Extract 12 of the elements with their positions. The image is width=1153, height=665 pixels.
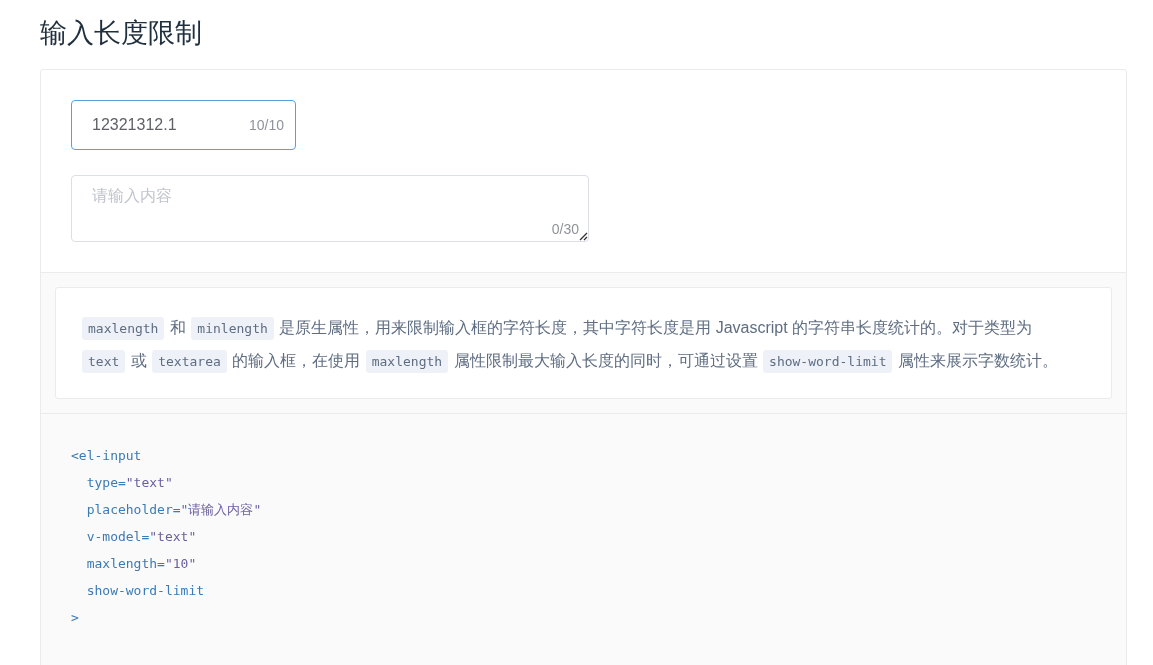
character-counter: 0/30 xyxy=(551,220,579,239)
code-line: v-model="text" xyxy=(85,528,197,546)
code-line: type="text" xyxy=(85,474,173,492)
code-line: show-word-limit xyxy=(85,582,205,600)
description-text: maxlength 和 minlength 是原生属性，用来限制输入框的字符长度，其中字符长度是用 Javascript 的字符串长度统计的。对于类型为 text 或 textarea 的输入框，在使用 maxlength 属性限制最大输入长度的同时，可通过设置 show-word-limit 属性来展示字数统计。 xyxy=(81,312,1081,378)
code-line: placeholder="请输入内容" xyxy=(85,501,262,519)
resize-handle-icon[interactable] xyxy=(579,232,588,241)
code-line: > xyxy=(71,609,79,627)
code-line: <el-input xyxy=(71,447,142,465)
code-line: maxlength="10" xyxy=(85,555,197,573)
character-counter: 10/10 xyxy=(248,115,284,135)
section-title: 输入长度限制 xyxy=(40,17,202,50)
